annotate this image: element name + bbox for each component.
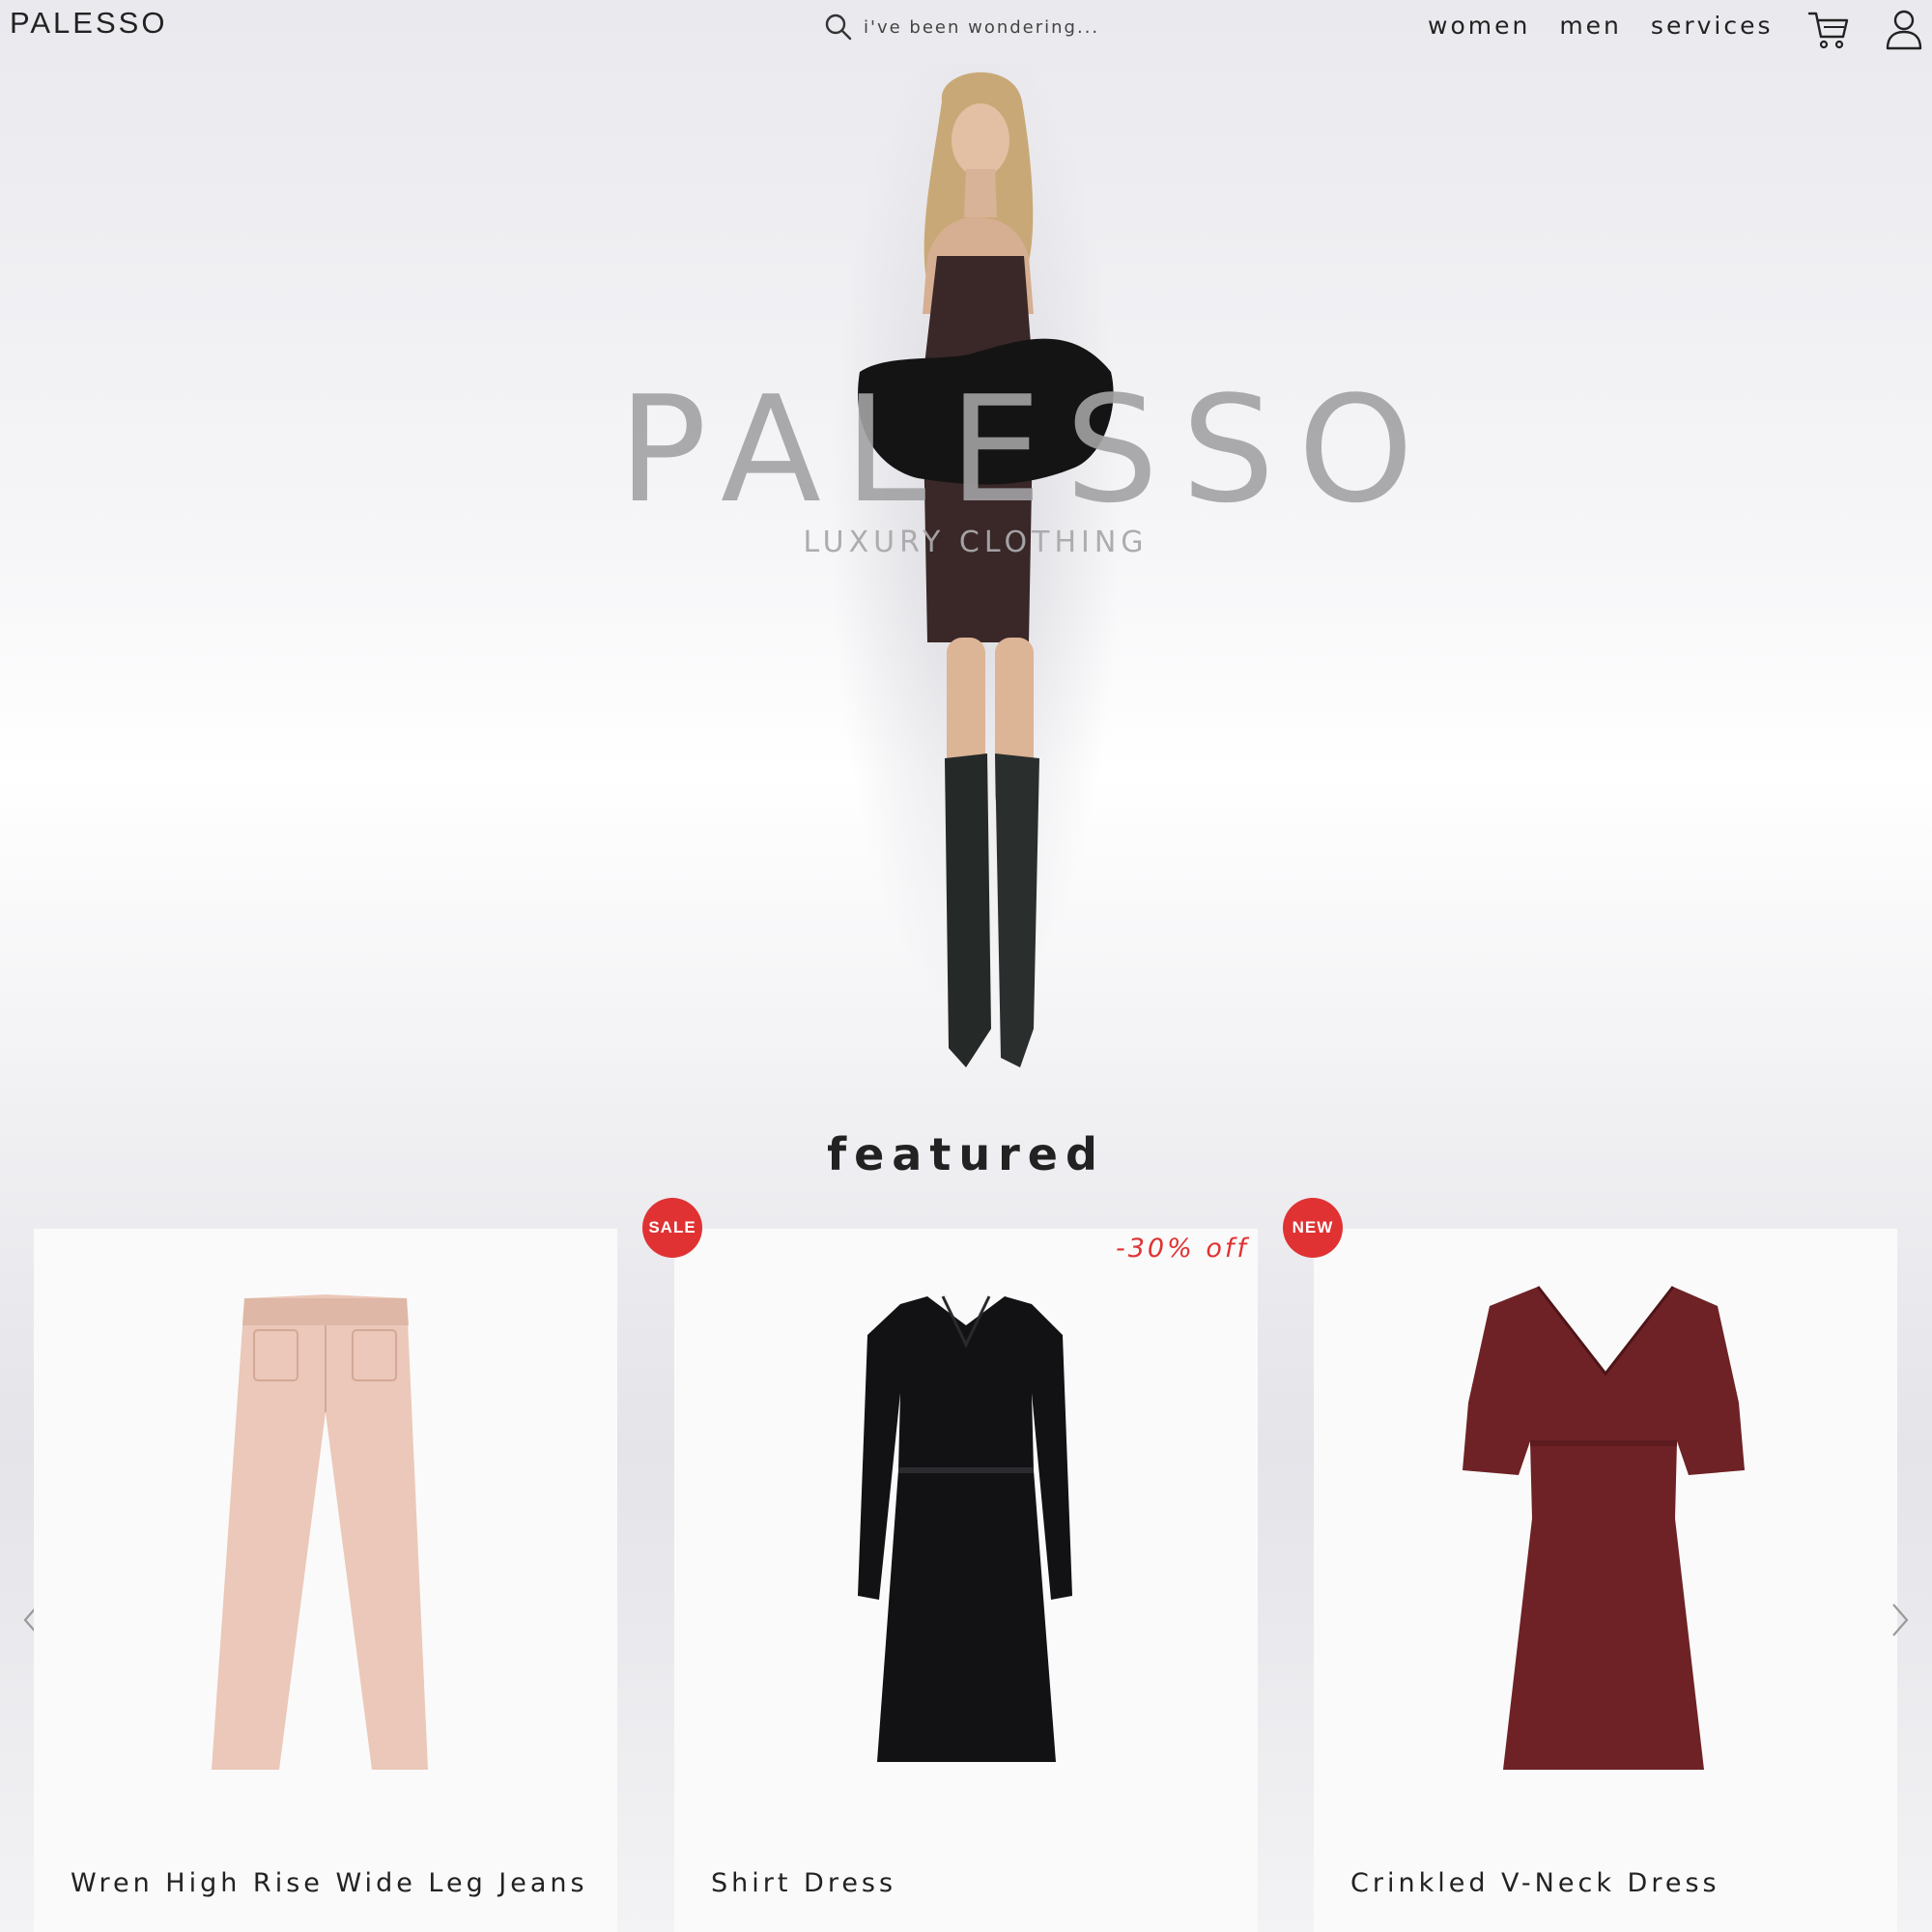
- search-bar: [823, 10, 1142, 44]
- main-nav: women men services: [1428, 12, 1803, 40]
- product-image[interactable]: [1314, 1229, 1897, 1828]
- nav-men[interactable]: men: [1559, 12, 1622, 40]
- hero-banner: PALESSO LUXURY CLOTHING: [0, 58, 1932, 1082]
- discount-label: -30% off: [1116, 1234, 1249, 1264]
- product-image[interactable]: [674, 1229, 1258, 1828]
- product-card-wren-jeans[interactable]: Wren High Rise Wide Leg Jeans: [34, 1229, 617, 1932]
- cart-icon[interactable]: [1806, 8, 1851, 50]
- product-name[interactable]: Shirt Dress: [711, 1868, 896, 1898]
- hero-title: PALESSO: [618, 364, 1437, 535]
- sale-badge: SALE: [642, 1198, 702, 1258]
- nav-services[interactable]: services: [1651, 12, 1774, 40]
- product-card-crinkled-dress[interactable]: Crinkled V-Neck Dress: [1314, 1229, 1897, 1932]
- user-icon[interactable]: [1884, 8, 1924, 50]
- product-image[interactable]: [34, 1229, 617, 1828]
- site-header: PALESSO women men services: [0, 0, 1932, 58]
- hero-model-image: [831, 63, 1121, 1067]
- nav-women[interactable]: women: [1428, 12, 1530, 40]
- brand-logo[interactable]: PALESSO: [10, 6, 167, 41]
- search-icon[interactable]: [823, 12, 854, 43]
- new-badge: NEW: [1283, 1198, 1343, 1258]
- product-name[interactable]: Crinkled V-Neck Dress: [1350, 1868, 1720, 1898]
- product-card-shirt-dress[interactable]: Shirt Dress: [674, 1229, 1258, 1932]
- featured-heading: featured: [827, 1128, 1105, 1180]
- product-name[interactable]: Wren High Rise Wide Leg Jeans: [71, 1868, 588, 1898]
- hero-subtitle: LUXURY CLOTHING: [803, 526, 1149, 559]
- search-input[interactable]: [864, 16, 1134, 38]
- carousel-next-icon[interactable]: [1886, 1599, 1915, 1641]
